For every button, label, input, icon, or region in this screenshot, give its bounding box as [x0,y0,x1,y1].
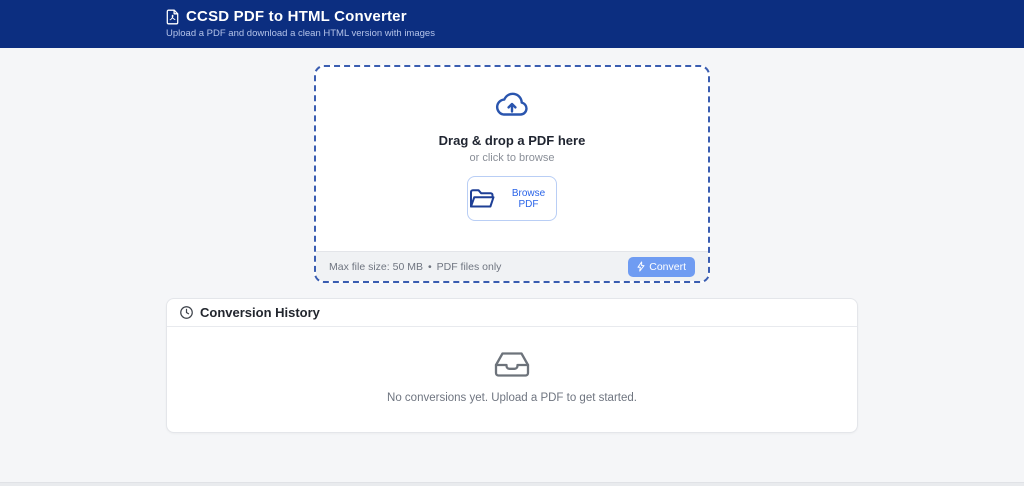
history-header: Conversion History [167,299,857,327]
upload-limits-text: Max file size: 50 MB • PDF files only [329,261,501,273]
cloud-upload-icon [493,90,531,120]
empty-state-message: No conversions yet. Upload a PDF to get … [387,392,637,404]
history-empty-state: No conversions yet. Upload a PDF to get … [167,327,857,432]
app-header: CCSD PDF to HTML Converter Upload a PDF … [0,0,1024,48]
folder-icon [468,187,496,211]
inbox-icon [493,349,531,379]
bullet-separator: • [428,261,432,273]
conversion-history-card: Conversion History No conversions yet. U… [166,298,858,433]
file-type-text: PDF files only [437,261,502,273]
window-bottom-edge [0,482,1024,486]
lightning-bolt-icon [637,261,645,272]
dropzone-body: Drag & drop a PDF here or click to brows… [316,67,708,251]
browse-pdf-button[interactable]: Browse PDF [467,176,557,221]
page-title: CCSD PDF to HTML Converter [186,8,407,25]
header-container: CCSD PDF to HTML Converter Upload a PDF … [166,0,858,39]
dropzone-heading: Drag & drop a PDF here [439,133,586,148]
pdf-dropzone[interactable]: Drag & drop a PDF here or click to brows… [314,65,710,283]
convert-button-label: Convert [649,261,686,273]
page-subtitle: Upload a PDF and download a clean HTML v… [166,28,858,39]
browse-pdf-label: Browse PDF [501,188,556,210]
clock-icon [180,306,193,319]
pdf-file-icon [166,9,179,25]
max-file-size-text: Max file size: 50 MB [329,261,423,273]
dropzone-subtext: or click to browse [470,152,555,164]
convert-button[interactable]: Convert [628,257,695,277]
dropzone-footer: Max file size: 50 MB • PDF files only Co… [316,251,708,281]
history-title: Conversion History [200,305,320,320]
